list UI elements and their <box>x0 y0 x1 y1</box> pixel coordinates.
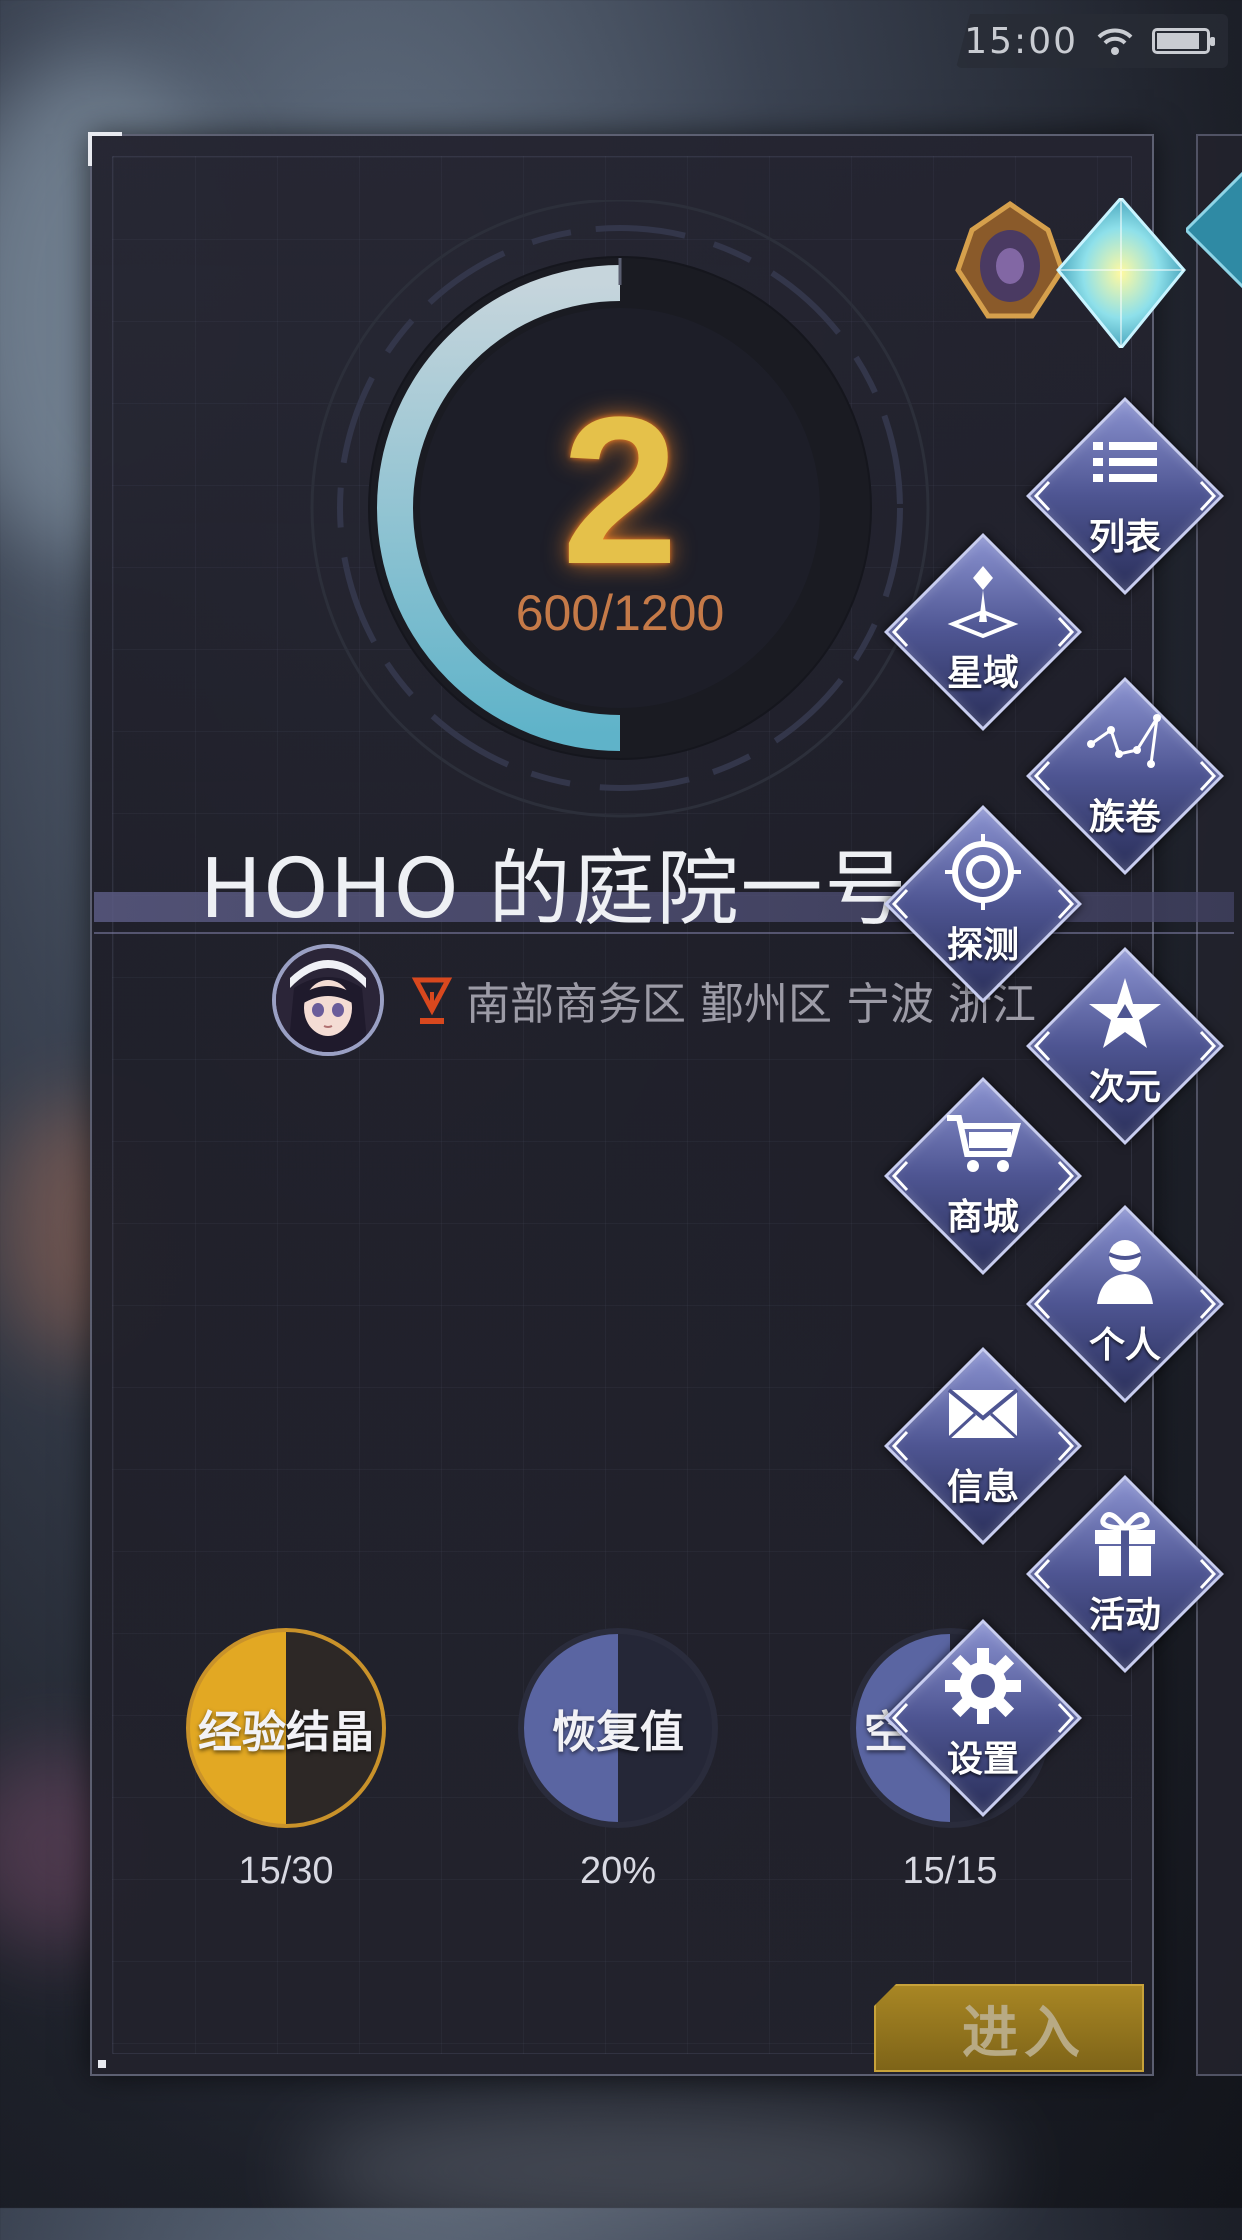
user-icon <box>1097 1240 1153 1304</box>
menu-label: 设置 <box>946 1739 1019 1780</box>
crystal-icon[interactable] <box>1056 198 1186 348</box>
stat-value: 15/30 <box>238 1850 334 1892</box>
avatar-portrait <box>276 948 380 1052</box>
corner-marker <box>98 2060 106 2068</box>
mail-icon <box>947 1388 1019 1440</box>
battery-icon <box>1152 28 1215 54</box>
level-number: 2 <box>561 373 679 608</box>
stat-value: 15/15 <box>902 1850 998 1892</box>
stat-recovery-circle[interactable]: 恢复值 <box>518 1628 718 1828</box>
shopping-cart-icon <box>947 1115 1021 1172</box>
garden-title: HOHO 的庭院一号 <box>200 842 909 937</box>
stat-value: 20% <box>579 1850 657 1892</box>
corner-marker <box>88 132 122 166</box>
gift-icon <box>1095 1512 1155 1576</box>
rank-emblem-icon[interactable] <box>952 200 1068 324</box>
stat-exp-circle[interactable]: 经验结晶 <box>186 1628 386 1828</box>
target-icon <box>945 834 1021 910</box>
stat-label: 恢复值 <box>552 1707 684 1758</box>
status-time: 15:00 <box>964 20 1078 62</box>
menu-settings-button[interactable]: 设置 <box>883 1618 1083 1818</box>
stat-exp-crystal[interactable]: 经验结晶 15/30 <box>186 1628 386 1893</box>
avatar[interactable] <box>272 944 384 1056</box>
status-bar: 15:00 <box>956 14 1228 68</box>
list-icon <box>1093 442 1157 482</box>
map-pin-icon <box>947 566 1019 639</box>
location-pin-icon <box>412 977 452 1024</box>
enter-button[interactable]: 进入 <box>874 1984 1144 2072</box>
star-burst-icon <box>1089 978 1161 1048</box>
crystal-icon <box>1186 171 1242 289</box>
wifi-icon <box>1097 28 1133 55</box>
level-progress-text: 600/1200 <box>515 585 725 641</box>
constellation-icon <box>1087 714 1161 768</box>
stat-label: 经验结晶 <box>198 1707 374 1758</box>
level-ring: 2 600/1200 <box>300 198 940 840</box>
enter-button-label: 进入 <box>962 2000 1086 2066</box>
gear-icon <box>945 1648 1021 1724</box>
stat-recovery[interactable]: 恢复值 20% <box>518 1628 718 1893</box>
